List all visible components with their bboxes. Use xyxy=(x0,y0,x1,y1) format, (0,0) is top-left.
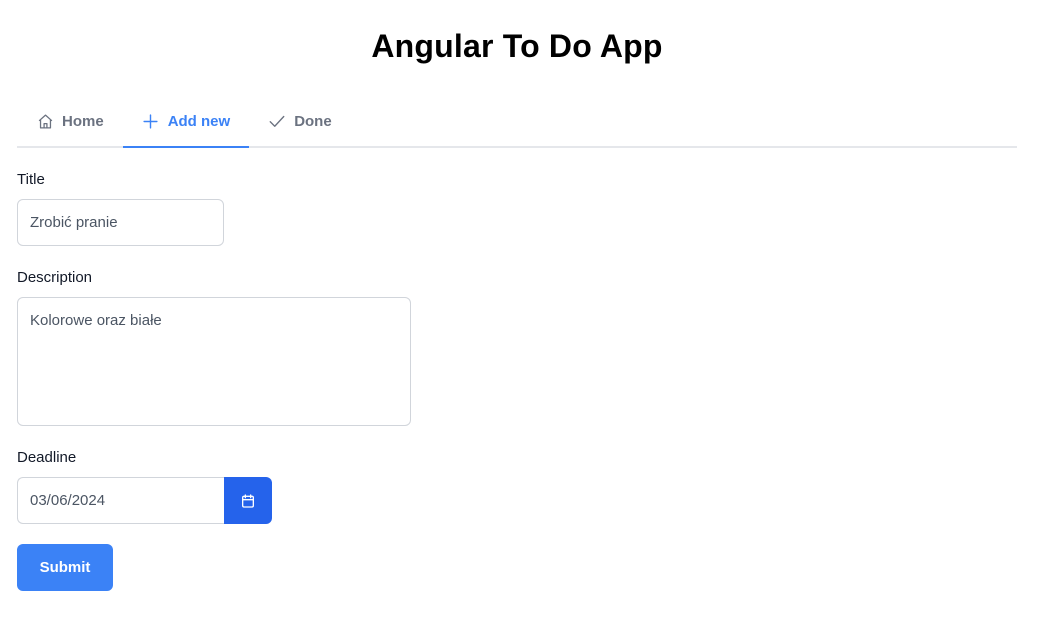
tab-done[interactable]: Done xyxy=(249,96,351,146)
page-title: Angular To Do App xyxy=(371,28,663,64)
home-icon xyxy=(36,112,54,130)
tab-home-label: Home xyxy=(62,112,104,130)
tab-add-new[interactable]: Add new xyxy=(122,96,250,148)
tab-add-new-label: Add new xyxy=(167,112,231,130)
check-icon xyxy=(268,112,286,130)
calendar-icon xyxy=(240,493,256,509)
deadline-label: Deadline xyxy=(17,449,77,466)
title-label: Title xyxy=(17,171,45,188)
app-root: Angular To Do App Home Add new Done Titl… xyxy=(0,0,1064,643)
title-input[interactable] xyxy=(17,199,224,246)
plus-icon xyxy=(142,112,160,130)
deadline-input[interactable] xyxy=(17,477,224,524)
tab-done-label: Done xyxy=(294,112,332,130)
description-label: Description xyxy=(17,269,93,286)
calendar-button[interactable] xyxy=(224,477,272,524)
submit-button[interactable]: Submit xyxy=(17,544,113,591)
tab-bar: Home Add new Done xyxy=(17,96,1017,148)
deadline-datepicker xyxy=(17,477,272,524)
tab-home[interactable]: Home xyxy=(17,96,123,146)
description-textarea[interactable]: Kolorowe oraz białe xyxy=(17,297,411,426)
